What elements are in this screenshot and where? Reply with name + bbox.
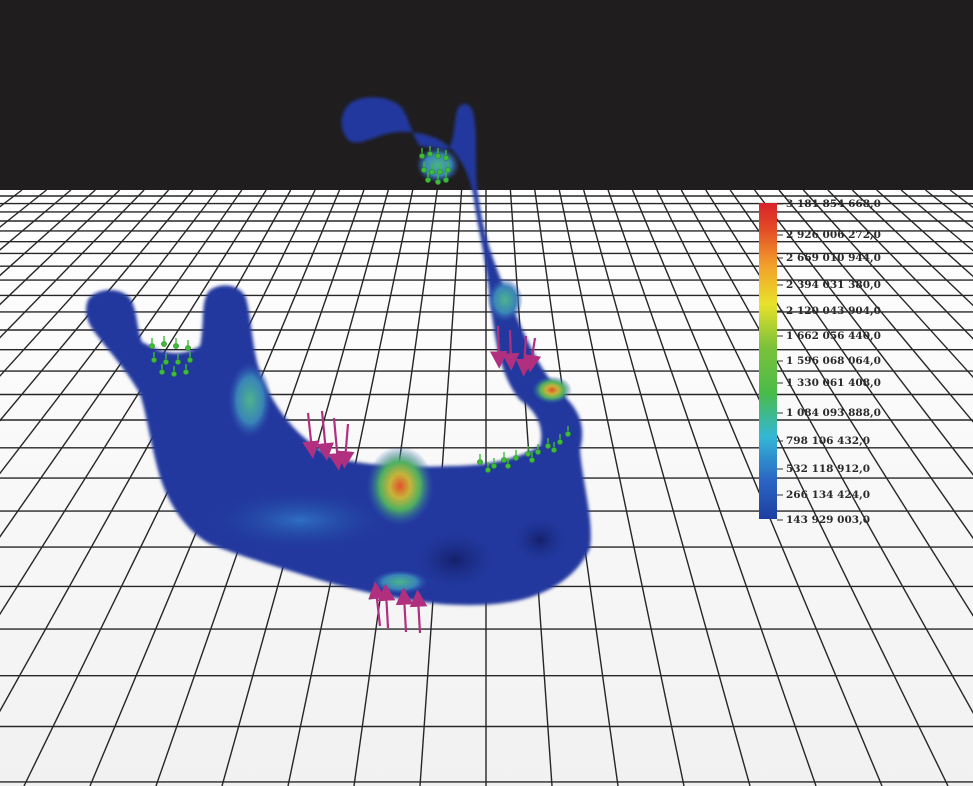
legend-label: 1 596 068 064,0 (786, 355, 881, 367)
shading-chin-dark (415, 532, 495, 588)
constraint-marker (545, 443, 551, 449)
legend-label: 3 181 854 668,0 (786, 198, 881, 210)
constraint-marker (419, 153, 425, 159)
constraint-marker (505, 463, 511, 469)
shading-lower-body (210, 490, 390, 550)
constraint-marker (159, 369, 165, 375)
constraint-marker (443, 155, 449, 161)
constraint-marker (525, 451, 531, 457)
constraint-marker (557, 439, 563, 445)
constraint-marker (501, 457, 507, 463)
constraint-marker (513, 455, 519, 461)
legend-label: 2 669 010 944,0 (786, 252, 881, 264)
constraint-marker (551, 447, 557, 453)
legend-labels: 3 181 854 668,0 2 926 006 272,0 2 669 01… (786, 198, 966, 528)
constraint-marker (175, 359, 181, 365)
legend-gradient-bar (759, 203, 777, 519)
legend-label: 2 394 031 380,0 (786, 279, 881, 291)
legend-label: 143 929 003,0 (786, 514, 871, 526)
stress-hotspot-right (532, 376, 572, 404)
legend-label: 2 120 043 904,0 (786, 305, 881, 317)
constraint-marker (183, 369, 189, 375)
legend-label: 798 106 432,0 (786, 435, 871, 447)
constraint-marker (435, 179, 441, 185)
constraint-marker (429, 169, 435, 175)
legend-label: 1 330 061 408,0 (786, 377, 881, 389)
stress-region-left-ramus (228, 362, 272, 438)
legend-label: 2 926 006 272,0 (786, 229, 881, 241)
force-arrow (501, 329, 520, 371)
stress-region-neck (487, 278, 523, 322)
constraint-marker (443, 177, 449, 183)
constraint-marker (435, 153, 441, 159)
force-arrow (489, 325, 508, 369)
constraint-marker (491, 463, 497, 469)
constraint-marker (485, 467, 491, 473)
legend-label: 1 662 056 440,0 (786, 330, 881, 342)
constraint-marker (163, 359, 169, 365)
constraint-marker (161, 341, 167, 347)
constraint-marker (185, 345, 191, 351)
shading-chin-dark-2 (514, 518, 566, 562)
constraint-marker (151, 357, 157, 363)
stress-region-chin (372, 570, 428, 594)
constraint-marker (535, 449, 541, 455)
constraint-marker (477, 459, 483, 465)
legend-label: 532 118 912,0 (786, 463, 871, 475)
legend-label: 266 134 424,0 (786, 489, 871, 501)
constraint-marker (427, 151, 433, 157)
constraint-marker (149, 343, 155, 349)
constraint-marker (171, 371, 177, 377)
constraint-marker (565, 431, 571, 437)
constraint-marker (421, 167, 427, 173)
constraint-marker (425, 177, 431, 183)
viewport-background (0, 0, 973, 190)
legend-label: 1 084 093 888,0 (786, 407, 881, 419)
constraint-marker (529, 457, 535, 463)
constraint-marker (187, 357, 193, 363)
constraint-marker (445, 167, 451, 173)
constraint-marker (437, 169, 443, 175)
constraint-marker (173, 343, 179, 349)
